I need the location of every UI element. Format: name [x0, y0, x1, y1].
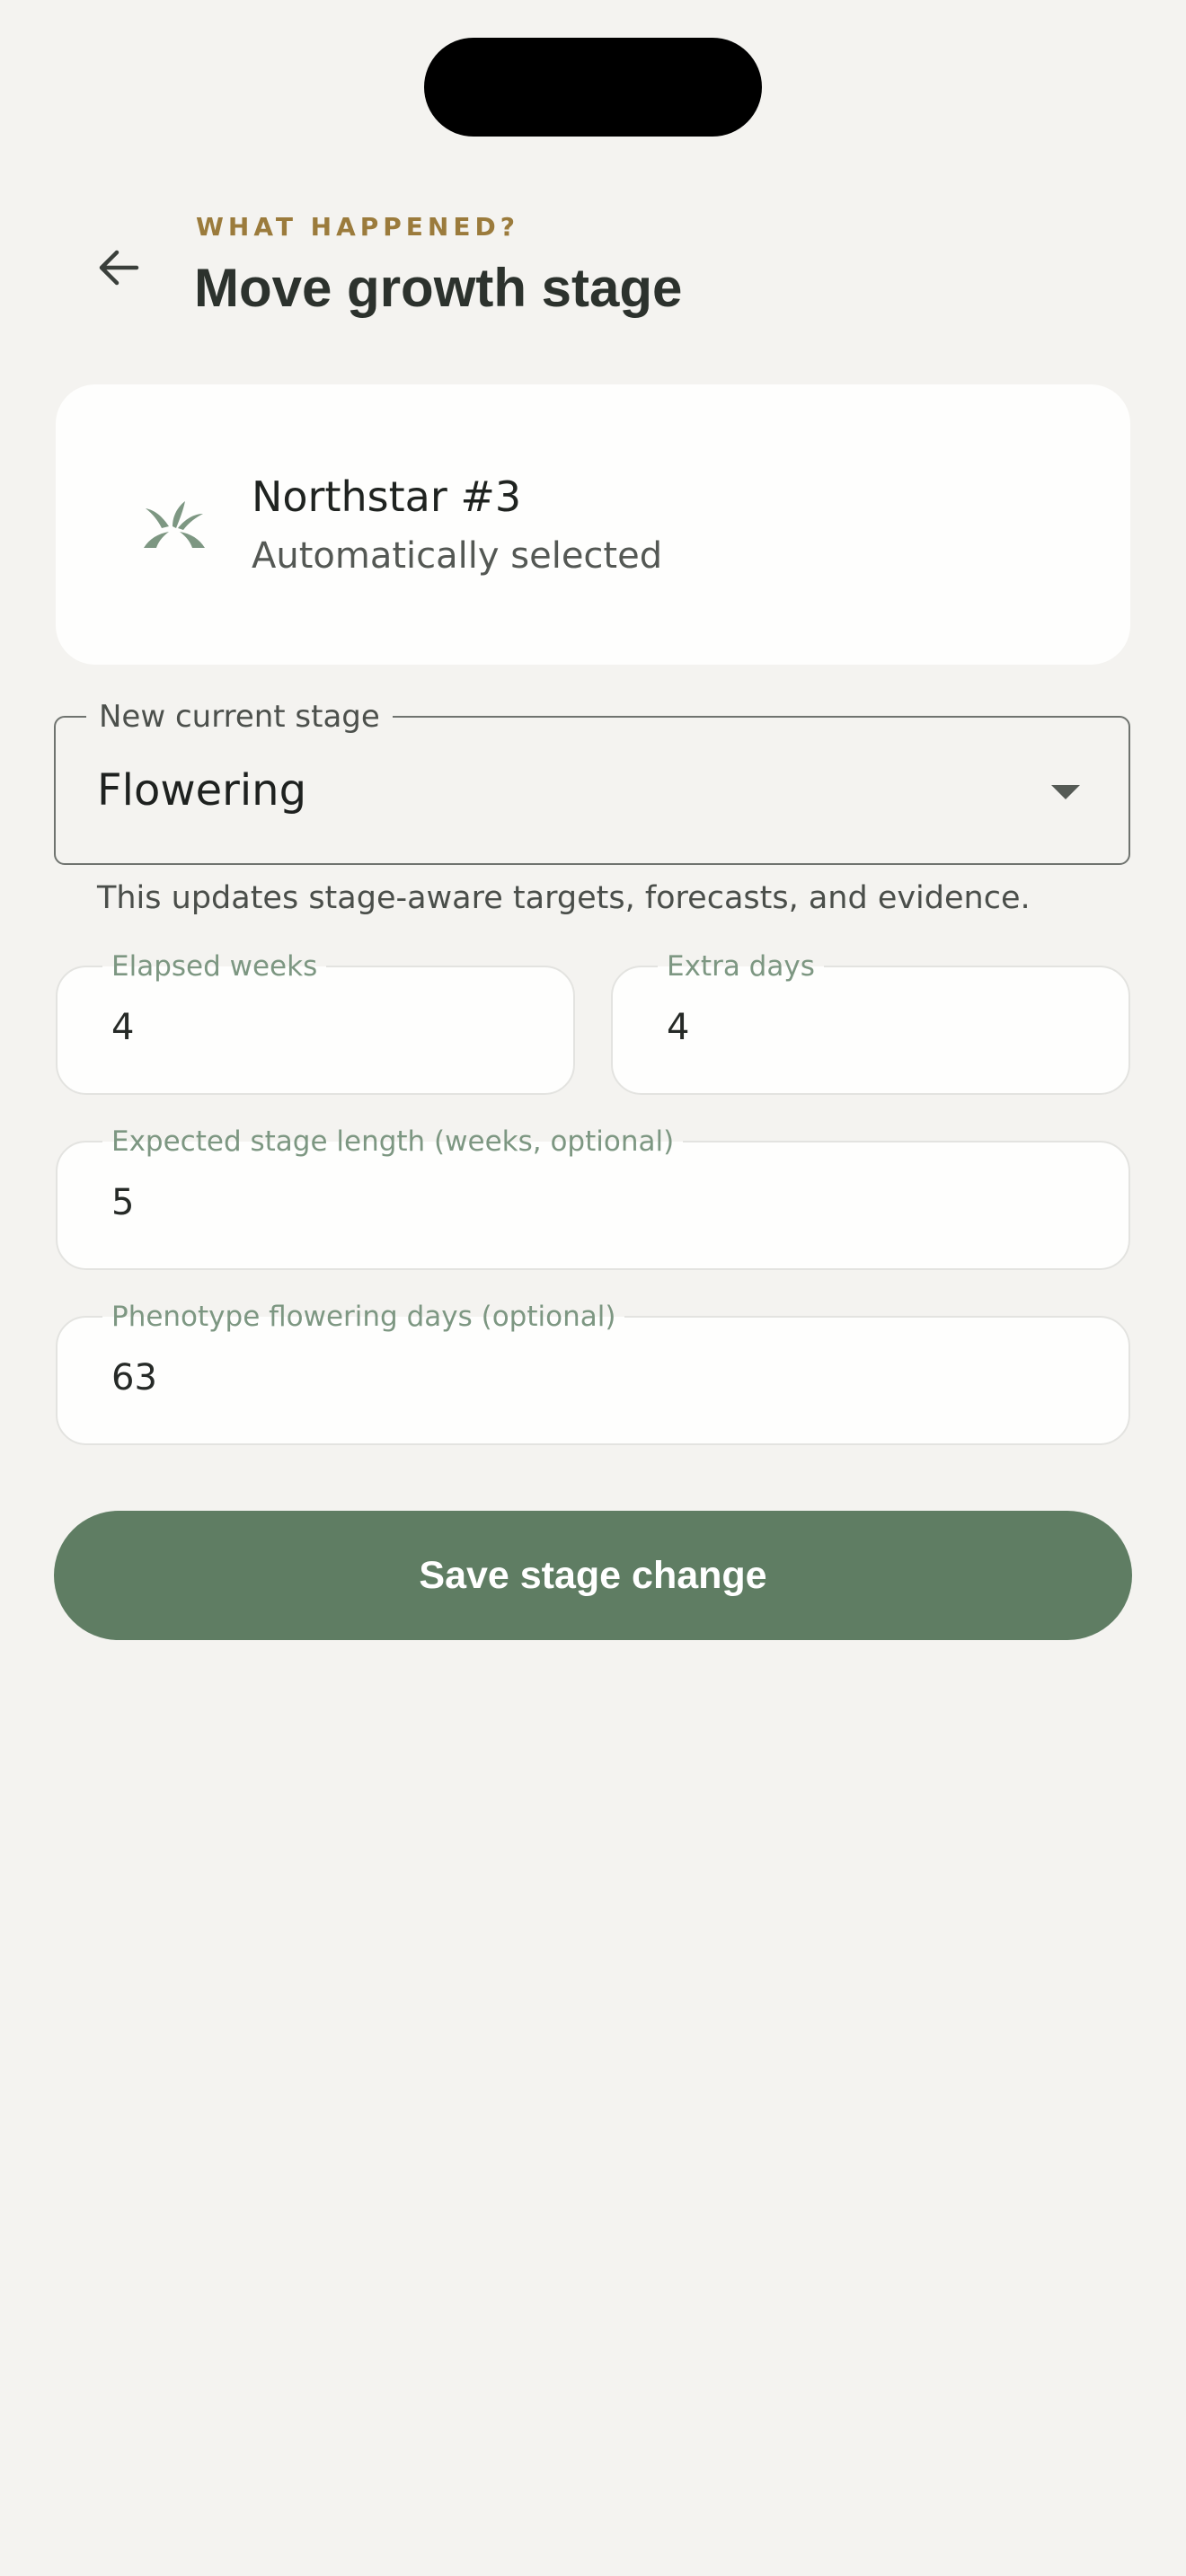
- plant-sprout-icon: [144, 501, 205, 548]
- plant-name: Northstar #3: [252, 472, 522, 521]
- stage-select-label: New current stage: [86, 699, 393, 735]
- stage-select-helper-text: This updates stage-aware targets, foreca…: [97, 880, 1031, 916]
- extra-days-label: Extra days: [658, 949, 824, 984]
- elapsed-weeks-value[interactable]: 4: [111, 1007, 134, 1048]
- page-title: Move growth stage: [194, 258, 683, 318]
- expected-stage-length-field[interactable]: Expected stage length (weeks, optional) …: [56, 1125, 1130, 1270]
- elapsed-weeks-label: Elapsed weeks: [102, 949, 327, 984]
- selected-plant-card: [56, 384, 1130, 665]
- save-stage-change-button[interactable]: Save stage change: [54, 1511, 1132, 1640]
- expected-stage-length-value[interactable]: 5: [111, 1182, 134, 1223]
- extra-days-field[interactable]: Extra days 4: [611, 949, 1130, 1095]
- dynamic-island: [424, 38, 762, 137]
- elapsed-weeks-field[interactable]: Elapsed weeks 4: [56, 949, 575, 1095]
- page-eyebrow: WHAT HAPPENED?: [196, 212, 519, 242]
- phenotype-flowering-days-field[interactable]: Phenotype flowering days (optional) 63: [56, 1300, 1130, 1445]
- plant-selection-status: Automatically selected: [252, 535, 663, 577]
- chevron-down-icon[interactable]: [1051, 785, 1080, 799]
- extra-days-value[interactable]: 4: [667, 1007, 689, 1048]
- stage-select-value[interactable]: Flowering: [97, 765, 306, 816]
- phenotype-flowering-days-value[interactable]: 63: [111, 1357, 157, 1398]
- back-button[interactable]: [83, 232, 155, 304]
- expected-stage-length-label: Expected stage length (weeks, optional): [102, 1125, 684, 1159]
- phenotype-flowering-days-label: Phenotype flowering days (optional): [102, 1300, 625, 1334]
- arrow-left-icon: [99, 250, 139, 286]
